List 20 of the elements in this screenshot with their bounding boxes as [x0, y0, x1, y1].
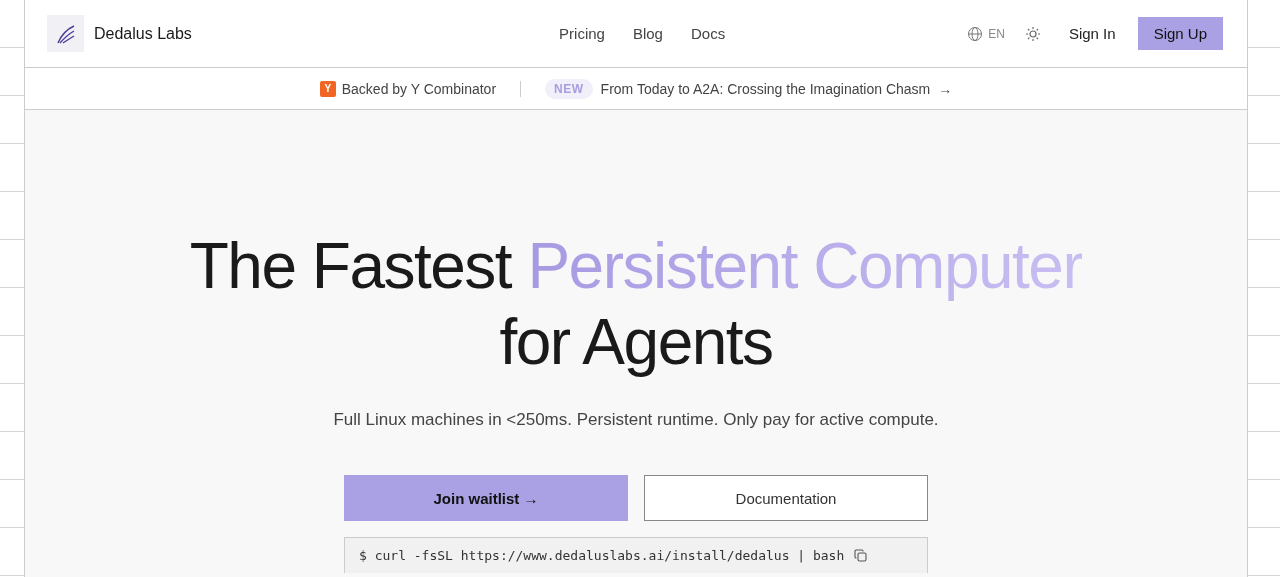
new-tag: NEW: [545, 78, 593, 99]
nav-link[interactable]: Docs: [690, 25, 726, 42]
sun-icon[interactable]: [1024, 25, 1041, 42]
documentation-button[interactable]: Documentation: [644, 475, 928, 521]
nav-link[interactable]: Blog: [632, 25, 663, 42]
headline-line: for Agents: [499, 306, 773, 378]
backed-text: Backed by Y Combinator: [341, 80, 497, 97]
sign-in-button[interactable]: Sign In: [1068, 25, 1116, 42]
brand-name[interactable]: Dedalus Labs: [94, 24, 192, 43]
copy-icon[interactable]: [854, 549, 868, 562]
sign-up-button[interactable]: Sign Up: [1137, 17, 1223, 50]
install-command: $ curl -fsSL https://www.dedaluslabs.ai/install/dedalus | bash: [359, 548, 845, 563]
language-button[interactable]: EN: [988, 26, 1005, 41]
announcement-link[interactable]: From Today to A2A: Crossing the Imagination Chasm: [600, 80, 931, 97]
nav-link[interactable]: Pricing: [559, 25, 605, 42]
y-badge: Y: [319, 80, 336, 97]
globe-icon[interactable]: [967, 25, 984, 42]
subtitle: Full Linux machines in <250ms. Persistent runtime. Only pay for active compute.: [333, 410, 939, 430]
join-waitlist-button[interactable]: Join waitlist →: [344, 475, 628, 521]
arrow-text: →: [938, 80, 953, 97]
